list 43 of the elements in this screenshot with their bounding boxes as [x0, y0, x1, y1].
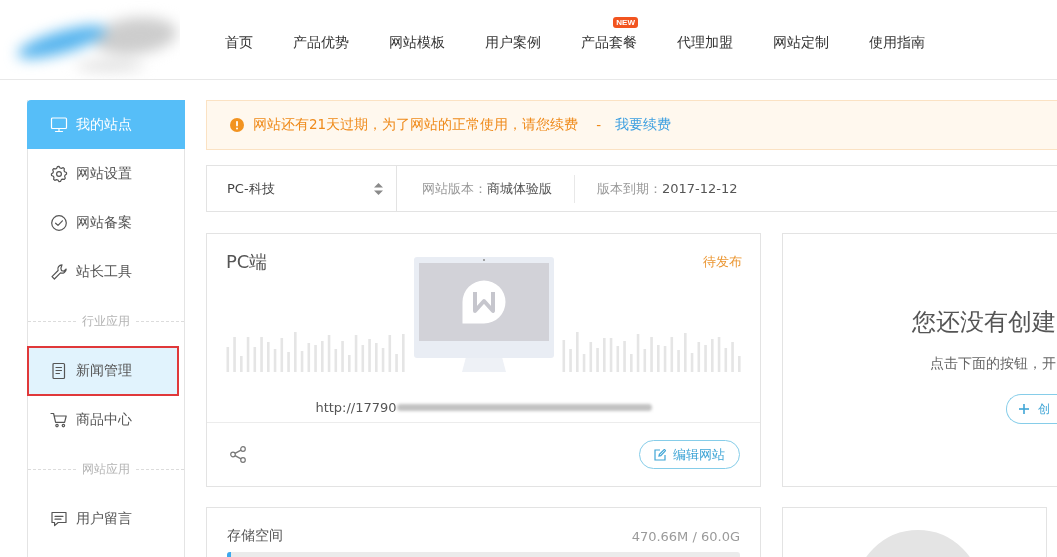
nav-link[interactable]: 用户案例	[485, 31, 541, 52]
nav-link[interactable]: 产品套餐	[581, 31, 637, 52]
message-icon	[50, 509, 68, 528]
cart-icon	[50, 411, 68, 430]
url-text: http://17790	[315, 399, 397, 415]
sidebar-item[interactable]: 用户留言	[28, 494, 184, 544]
nav-link[interactable]: 使用指南	[869, 31, 925, 52]
storage-reading: 470.66M / 60.0G	[631, 528, 740, 544]
card-title: PC端	[226, 250, 268, 274]
field-value: 2017-12-12	[662, 181, 738, 196]
settings-icon	[50, 164, 68, 183]
section-label: 网站应用	[82, 460, 130, 478]
section-label: 行业应用	[82, 313, 130, 331]
document-icon	[50, 361, 68, 380]
sidebar-item[interactable]: 新闻管理	[27, 346, 179, 396]
field-value: 商城体验版	[487, 179, 552, 198]
sort-caret-icon	[374, 182, 383, 195]
alert-message: 网站还有21天过期，为了网站的正常使用，请您续费	[253, 116, 579, 134]
nav-link[interactable]: 首页	[225, 31, 253, 52]
storage-label: 存储空间	[227, 527, 283, 545]
warning-icon	[230, 118, 244, 132]
nav-link[interactable]: 网站定制	[773, 31, 829, 52]
status-label: 待发布	[703, 253, 742, 271]
sidebar-item[interactable]: 站长工具	[28, 247, 184, 297]
monitor-icon	[50, 115, 68, 134]
sidebar-item[interactable]: 商品中心	[28, 395, 184, 445]
dash-separator: -	[596, 117, 602, 133]
field-label: 网站版本：	[422, 179, 487, 198]
wrench-icon	[50, 263, 68, 282]
new-badge: NEW	[613, 16, 638, 28]
sidebar-item[interactable]: 网站备案	[28, 198, 184, 248]
empty-title: 您还没有创建	[912, 307, 1056, 338]
nav-link[interactable]: 代理加盟	[677, 31, 733, 52]
site-select[interactable]: PC-科技	[207, 166, 397, 211]
plus-icon	[1019, 404, 1029, 414]
edit-icon	[654, 448, 666, 461]
share-icon[interactable]	[230, 446, 246, 463]
check-circle-icon	[50, 214, 68, 233]
field-label: 版本到期：	[597, 179, 662, 198]
nav-link[interactable]: 网站模板	[389, 31, 445, 52]
empty-hint: 点击下面的按钮，开	[930, 354, 1056, 373]
nav-link[interactable]: 产品优势	[293, 31, 349, 52]
sidebar-item[interactable]: 网站设置	[28, 149, 184, 199]
